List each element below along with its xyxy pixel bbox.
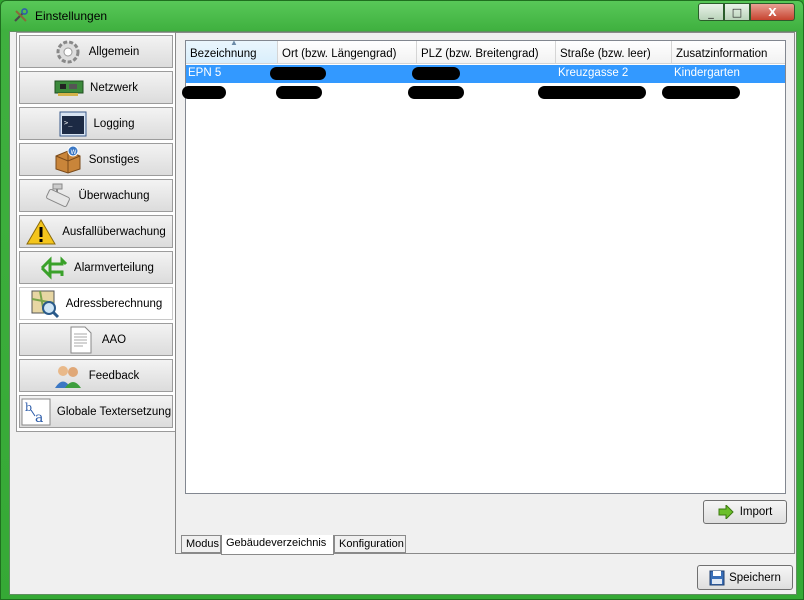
close-button[interactable]: X	[750, 3, 795, 21]
content-panel: ▲ Bezeichnung Ort (bzw. Längengrad) PLZ …	[175, 32, 795, 554]
arrow-right-icon	[718, 505, 734, 519]
sidebar-item-label: Überwachung	[78, 189, 150, 202]
sidebar-item-label: Allgemein	[88, 45, 140, 58]
redaction-mark	[270, 67, 326, 80]
gear-icon	[53, 37, 83, 67]
sidebar-item-adressberechnung[interactable]: Adressberechnung	[19, 287, 173, 320]
sidebar-item-label: Feedback	[88, 369, 140, 382]
sidebar-item-ueberwachung[interactable]: Überwachung	[19, 179, 173, 212]
document-icon	[66, 325, 96, 355]
sidebar-item-label: Netzwerk	[90, 81, 138, 94]
sort-ascending-icon: ▲	[230, 38, 238, 47]
sidebar-item-label: Globale Textersetzung	[56, 405, 172, 418]
sidebar-item-label: Logging	[93, 117, 135, 130]
sidebar-item-logging[interactable]: >_ Logging	[19, 107, 173, 140]
cell-zusatzinformation: Kindergarten	[674, 67, 740, 79]
tools-icon	[14, 8, 28, 22]
sidebar-item-allgemein[interactable]: Allgemein	[19, 35, 173, 68]
sidebar-item-label: AAO	[101, 333, 127, 346]
warning-icon	[26, 217, 57, 247]
minimize-button[interactable]: _	[698, 3, 724, 21]
text-replace-icon: ba	[21, 397, 51, 427]
sidebar-item-sonstiges[interactable]: W Sonstiges	[19, 143, 173, 176]
settings-window: Einstellungen _ □ X Allgemein Netzwerk >…	[0, 0, 804, 600]
redaction-mark	[276, 86, 322, 99]
camera-icon	[43, 181, 73, 211]
terminal-icon: >_	[58, 109, 88, 139]
sidebar-item-feedback[interactable]: Feedback	[19, 359, 173, 392]
network-card-icon	[54, 73, 84, 103]
import-button-label: Import	[739, 506, 773, 518]
close-icon: X	[768, 5, 777, 19]
maximize-button[interactable]: □	[724, 3, 750, 21]
cell-bezeichnung: EPN 5	[188, 67, 222, 79]
svg-text:b: b	[25, 401, 32, 414]
save-button[interactable]: Speichern	[697, 565, 793, 590]
column-header-plz[interactable]: PLZ (bzw. Breitengrad)	[417, 41, 556, 63]
svg-text:>_: >_	[64, 119, 73, 127]
sidebar-item-alarmverteilung[interactable]: Alarmverteilung	[19, 251, 173, 284]
column-header-ort[interactable]: Ort (bzw. Längengrad)	[278, 41, 417, 63]
table-row[interactable]	[182, 83, 785, 101]
table-row[interactable]: EPN 5 Kreuzgasse 2 Kindergarten	[186, 65, 785, 83]
sidebar-item-label: Adressberechnung	[65, 297, 163, 310]
svg-text:a: a	[35, 410, 43, 426]
client-area: Allgemein Netzwerk >_ Logging W Sonstige…	[9, 31, 797, 595]
tab-modus[interactable]: Modus	[181, 535, 221, 553]
sidebar-item-globale-textersetzung[interactable]: ba Globale Textersetzung	[19, 395, 173, 428]
column-header-zusatzinformation[interactable]: Zusatzinformation	[672, 41, 785, 63]
tab-konfiguration[interactable]: Konfiguration	[334, 535, 406, 553]
tab-gebaeudeverzeichnis[interactable]: Gebäudeverzeichnis	[221, 535, 334, 555]
sidebar-item-netzwerk[interactable]: Netzwerk	[19, 71, 173, 104]
column-header-bezeichnung[interactable]: ▲ Bezeichnung	[186, 38, 278, 63]
save-button-label: Speichern	[729, 571, 781, 584]
import-button[interactable]: Import	[703, 500, 787, 524]
sidebar-item-label: Ausfallüberwachung	[62, 225, 166, 238]
column-header-strasse[interactable]: Straße (bzw. leer)	[556, 41, 672, 63]
map-search-icon	[30, 289, 60, 319]
redaction-mark	[182, 86, 226, 99]
floppy-disk-icon	[709, 570, 725, 585]
users-icon	[53, 361, 83, 391]
cell-strasse: Kreuzgasse 2	[558, 67, 629, 79]
buildings-table[interactable]: ▲ Bezeichnung Ort (bzw. Längengrad) PLZ …	[182, 38, 786, 494]
svg-text:W: W	[70, 149, 76, 156]
redaction-mark	[412, 67, 460, 80]
minimize-icon: _	[708, 5, 714, 19]
redaction-mark	[538, 86, 646, 99]
table-header: ▲ Bezeichnung Ort (bzw. Längengrad) PLZ …	[186, 38, 785, 64]
settings-sidebar: Allgemein Netzwerk >_ Logging W Sonstige…	[16, 32, 176, 432]
package-icon: W	[53, 145, 83, 175]
sidebar-item-aao[interactable]: AAO	[19, 323, 173, 356]
sidebar-item-ausfallueberwachung[interactable]: Ausfallüberwachung	[19, 215, 173, 248]
title-bar[interactable]: Einstellungen _ □ X	[1, 1, 803, 31]
window-title: Einstellungen	[35, 9, 108, 23]
arrows-icon	[38, 253, 68, 283]
sidebar-item-label: Alarmverteilung	[74, 261, 154, 274]
maximize-icon: □	[731, 5, 743, 19]
redaction-mark	[662, 86, 740, 99]
redaction-mark	[408, 86, 464, 99]
sidebar-item-label: Sonstiges	[88, 153, 140, 166]
